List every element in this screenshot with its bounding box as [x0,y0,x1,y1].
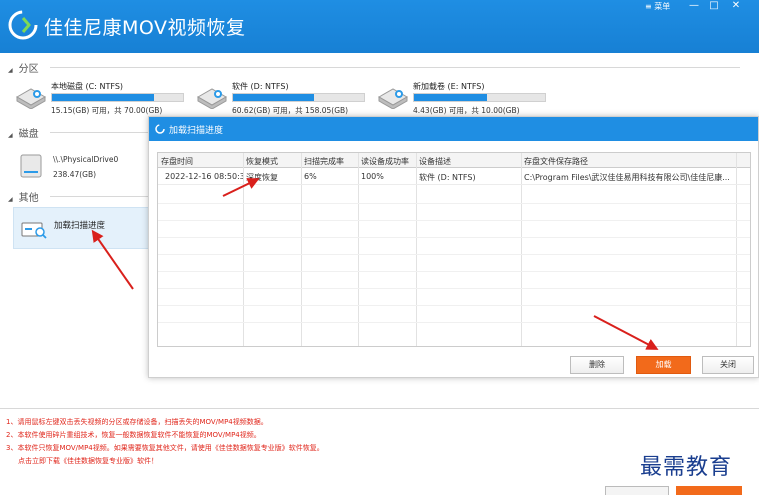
partition-usage-bar [413,93,546,102]
partition-name: 新加载卷 (E: NTFS) [413,82,485,91]
bottom-secondary-button[interactable] [605,486,669,495]
partition-usage-bar [232,93,365,102]
partition-capacity: 4.43(GB) 可用，共 10.00(GB) [413,106,520,115]
section-partition: ◢ 分区 [8,60,39,75]
collapse-triangle-icon[interactable]: ◢ [8,196,13,203]
row-divider [158,288,750,289]
partition-capacity: 60.62(GB) 可用，共 158.05(GB) [232,106,349,115]
cell-save-time: 2022-12-16 08:50:30 [165,172,243,181]
partition-capacity: 15.15(GB) 可用，共 70.00(GB) [51,106,163,115]
title-bar: 佳佳尼康MOV视频恢复 ≡ 菜单 — □ ✕ [0,0,759,53]
dialog-title: 加载扫描进度 [169,126,224,136]
minimize-button[interactable]: — [685,0,703,11]
note-line: 1、请用鼠标左键双击丢失视频的分区或存储设备，扫描丢失的MOV/MP4视频数据。 [6,418,268,426]
partition-usage-bar [51,93,184,102]
row-divider [158,254,750,255]
dialog-close-button[interactable]: 关闭 [702,356,754,374]
app-title: 佳佳尼康MOV视频恢复 [44,17,246,39]
collapse-triangle-icon[interactable]: ◢ [8,67,13,74]
note-line: 3、本软件只恢复MOV/MP4视频。如果需要恢复其他文件，请使用《佳佳数据恢复专… [6,444,324,452]
cell-device: 软件 (D: NTFS) [419,173,476,182]
row-divider [158,220,750,221]
section-disk-label: 磁盘 [18,129,39,140]
column-header[interactable]: 扫描完成率 [304,156,344,167]
load-button[interactable]: 加载 [636,356,691,374]
table-header: 存盘时间 恢复模式 扫描完成率 读设备成功率 设备描述 存盘文件保存路径 [158,153,750,168]
menu-label: 菜单 [654,2,671,11]
row-divider [158,305,750,306]
download-link[interactable]: 点击立即下载《佳佳数据恢复专业版》软件！ [6,455,324,468]
column-header[interactable]: 存盘时间 [161,156,193,167]
app-logo-icon [8,10,38,40]
delete-button[interactable]: 删除 [570,356,624,374]
column-header[interactable]: 设备描述 [419,156,451,167]
row-divider [158,203,750,204]
column-header[interactable]: 存盘文件保存路径 [524,156,588,167]
menu-icon: ≡ [645,2,655,11]
row-divider [158,322,750,323]
collapse-triangle-icon[interactable]: ◢ [8,132,13,139]
partition-name: 软件 (D: NTFS) [232,82,289,91]
load-scan-progress-item[interactable]: 加载扫描进度 [13,207,153,249]
hard-drive-icon [196,88,228,109]
physical-drive-capacity: 238.47(GB) [53,170,97,179]
hard-drive-icon [377,88,409,109]
row-divider [158,271,750,272]
bottom-primary-button[interactable] [676,486,742,495]
section-divider [50,132,150,133]
section-other-label: 其他 [18,193,39,204]
row-divider [158,237,750,238]
notes-divider [0,408,759,409]
column-header[interactable]: 恢复模式 [246,156,278,167]
menu-button[interactable]: ≡ 菜单 [645,1,670,12]
dialog-app-icon [155,124,165,134]
maximize-button[interactable]: □ [705,0,723,11]
hard-drive-icon [15,88,47,109]
load-scan-progress-dialog: 加载扫描进度 存盘时间 恢复模式 扫描完成率 读设备成功率 设备描述 存盘文件保… [148,116,759,378]
section-divider [50,67,740,68]
cell-recovery-mode: 深度恢复 [246,173,278,182]
dialog-title-bar: 加载扫描进度 [149,117,758,141]
physical-disk-icon [20,154,42,178]
partition-name: 本地磁盘 (C: NTFS) [51,82,124,91]
help-notes: 1、请用鼠标左键双击丢失视频的分区或存储设备，扫描丢失的MOV/MP4视频数据。… [6,416,324,468]
section-disk: ◢ 磁盘 [8,125,39,140]
watermark-text: 最需教育 [640,455,733,480]
section-divider [50,196,150,197]
close-button[interactable]: ✕ [727,0,745,11]
physical-drive-name: \\.\PhysicalDrive0 [53,155,119,164]
column-header[interactable]: 读设备成功率 [361,156,409,167]
load-scan-progress-label: 加载扫描进度 [54,221,106,231]
cell-scan-rate: 6% [304,172,317,181]
cell-save-path: C:\Program Files\武汉佳佳易用科技有限公司\佳佳尼康... [524,173,730,182]
cell-read-rate: 100% [361,172,384,181]
scan-search-icon [21,222,47,239]
section-other: ◢ 其他 [8,189,39,204]
scan-progress-table: 存盘时间 恢复模式 扫描完成率 读设备成功率 设备描述 存盘文件保存路径 202… [157,152,751,347]
section-partition-label: 分区 [18,64,39,75]
table-row[interactable]: 2022-12-16 08:50:30 深度恢复 6% 100% 软件 (D: … [158,169,750,185]
note-line: 2、本软件使用碎片重组技术，恢复一般数据恢复软件不能恢复的MOV/MP4视频。 [6,431,261,439]
